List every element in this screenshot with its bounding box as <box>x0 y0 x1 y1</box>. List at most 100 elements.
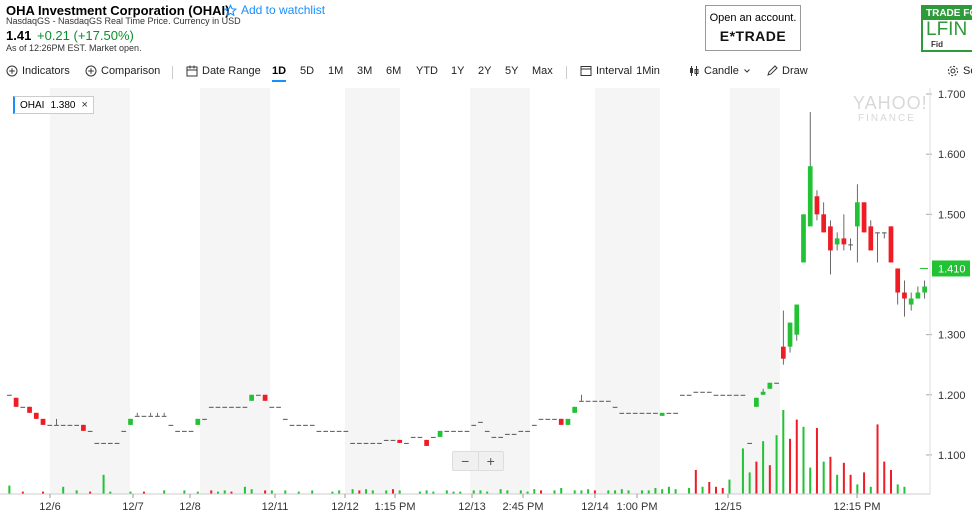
candle-body <box>114 442 120 444</box>
y-tick-label: 1.700 <box>938 89 966 101</box>
candle-body <box>760 391 766 395</box>
candle-body <box>841 238 847 245</box>
volume-bar <box>863 472 866 494</box>
candle-body <box>801 214 806 263</box>
candle-body <box>276 406 281 408</box>
candle-body <box>787 322 793 347</box>
candle-body <box>740 394 746 396</box>
candle-body <box>81 424 86 431</box>
range-1y[interactable]: 1Y <box>451 65 464 77</box>
candle-body <box>505 433 510 435</box>
session-band <box>730 88 780 494</box>
calendar-icon <box>186 65 198 77</box>
date-range-label: Date Range <box>202 65 261 77</box>
range-5y[interactable]: 5Y <box>505 65 518 77</box>
lfin-ad[interactable]: TRADE FO LFIN Fid <box>921 5 972 52</box>
candle-body <box>101 442 106 444</box>
volume-bar <box>472 490 475 494</box>
candle-body <box>67 424 73 426</box>
candlesticks <box>7 112 927 446</box>
candle-body <box>881 232 887 234</box>
comparison-button[interactable]: Comparison <box>85 65 160 77</box>
volume-bar <box>728 479 731 494</box>
series-legend[interactable]: OHAI 1.380 × <box>13 96 94 114</box>
volume-bar <box>102 474 105 494</box>
volume-bar <box>903 486 906 494</box>
y-tick-label: 1.100 <box>938 450 966 462</box>
range-1m[interactable]: 1M <box>328 65 343 77</box>
volume-bar <box>829 456 832 494</box>
finance-watermark: FINANCE <box>858 113 916 124</box>
volume-bar <box>358 490 361 494</box>
volume-bar <box>593 490 596 494</box>
interval-button[interactable]: Interval 1Min <box>580 65 660 77</box>
volume-bar <box>620 489 623 494</box>
gear-icon <box>947 65 959 77</box>
candle-body <box>188 430 194 432</box>
y-tick-label: 1.500 <box>938 209 966 221</box>
range-5d[interactable]: 5D <box>300 65 314 77</box>
draw-button[interactable]: Draw <box>766 65 808 77</box>
volume-bar <box>896 484 899 494</box>
volume-bar <box>883 461 886 494</box>
as-of-time: As of 12:26PM EST. Market open. <box>6 43 142 53</box>
session-band <box>345 88 400 494</box>
candle-body <box>807 166 813 227</box>
session-bands <box>50 88 780 494</box>
yahoo-watermark: YAHOO! <box>853 93 928 113</box>
candle-body <box>848 244 853 246</box>
candle-body <box>646 412 652 414</box>
candle-body <box>121 430 127 432</box>
add-to-watchlist-link[interactable]: Add to watchlist <box>224 3 325 17</box>
volume-bar <box>587 489 590 494</box>
candle-body <box>457 430 463 432</box>
candle-body <box>20 406 26 408</box>
candle-button[interactable]: Candle <box>688 65 751 77</box>
candle-body <box>828 226 833 251</box>
candle-body <box>47 424 53 426</box>
current-price: 1.41 <box>6 28 32 43</box>
zoom-out-button[interactable]: − <box>453 452 478 470</box>
x-tick-label: 2:45 PM <box>503 501 544 511</box>
candle-body <box>673 412 678 414</box>
candle-body <box>727 394 732 396</box>
candle-body <box>323 430 329 432</box>
indicators-button[interactable]: Indicators <box>6 65 70 77</box>
etrade-ad[interactable]: Open an account. E*TRADE <box>705 5 801 51</box>
settings-button[interactable]: Se <box>947 65 972 77</box>
volume-bar <box>667 486 670 494</box>
candle-body <box>242 406 248 408</box>
candle-body <box>155 415 160 417</box>
candle-body <box>269 406 275 408</box>
volume-bar <box>815 428 818 494</box>
close-icon[interactable]: × <box>81 99 87 111</box>
range-2y[interactable]: 2Y <box>478 65 491 77</box>
zoom-in-button[interactable]: + <box>477 452 504 470</box>
range-1d[interactable]: 1D <box>272 65 287 82</box>
volume-bar <box>721 488 724 494</box>
range-ytd[interactable]: YTD <box>416 65 438 77</box>
zoom-controls: − + <box>452 451 504 471</box>
volume-bar <box>243 486 246 494</box>
volume-bar <box>789 438 792 494</box>
candle-body <box>296 424 302 426</box>
volume-bar <box>210 490 213 494</box>
session-band <box>200 88 270 494</box>
x-tick-label: 1:15 PM <box>375 501 416 511</box>
candle-body <box>181 430 187 432</box>
candle-body <box>282 418 288 420</box>
candle-body <box>471 424 477 426</box>
plus-circle-icon <box>85 65 97 77</box>
y-axis: 1.700 1.600 1.500 1.300 1.200 1.100 <box>929 88 966 494</box>
candle-body <box>814 196 820 215</box>
candle-body <box>653 412 658 414</box>
lfin-ad-ticker: LFIN <box>926 19 968 40</box>
candle-body <box>356 442 362 444</box>
range-max[interactable]: Max <box>532 65 553 77</box>
candle-body <box>430 436 436 438</box>
range-6m[interactable]: 6M <box>386 65 401 77</box>
volume-bar <box>661 489 664 494</box>
range-3m[interactable]: 3M <box>357 65 372 77</box>
price-chart[interactable]: 1.7001.6001.5001.3001.2001.100 12/6 12/7 1… <box>0 88 972 511</box>
date-range-button[interactable]: Date Range <box>186 65 261 77</box>
